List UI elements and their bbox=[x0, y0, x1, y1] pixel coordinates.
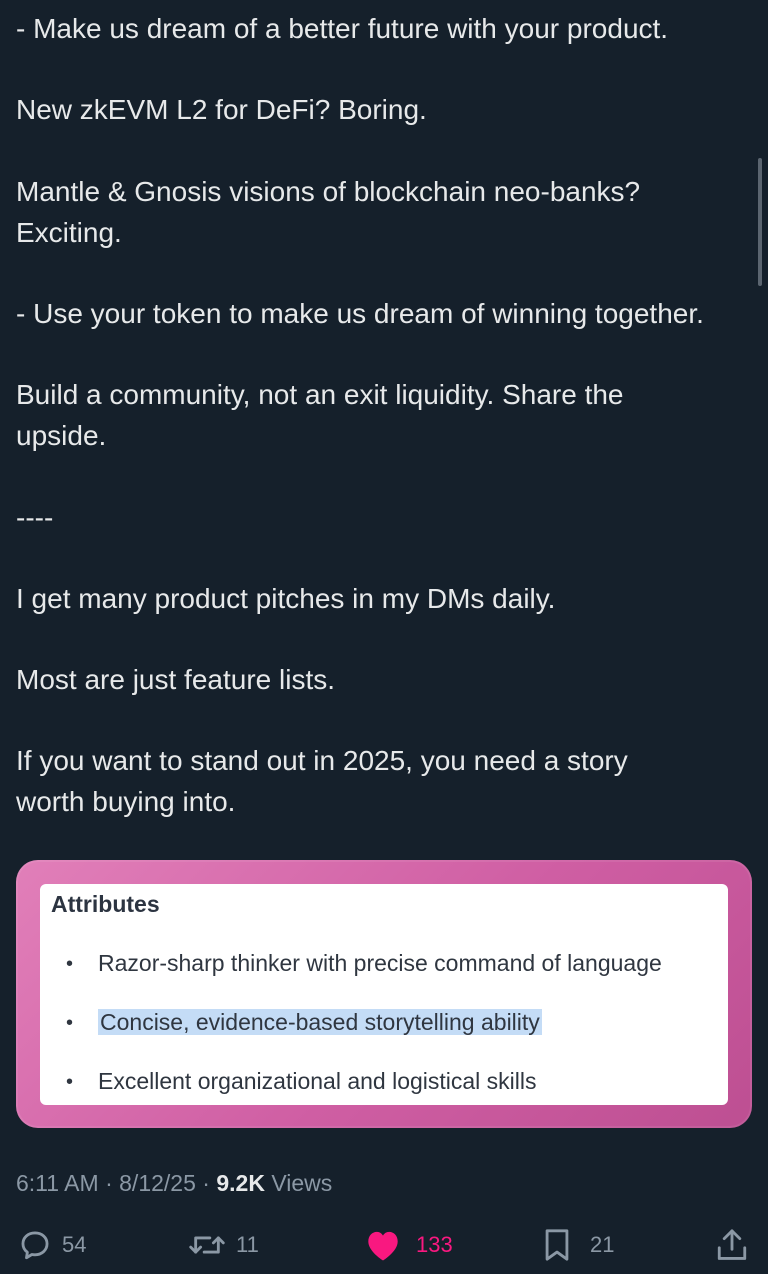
post-date[interactable]: 8/12/25 bbox=[119, 1170, 196, 1196]
post-paragraph: Mantle & Gnosis visions of blockchain ne… bbox=[16, 171, 640, 253]
repost-icon bbox=[188, 1228, 226, 1262]
post-paragraph: New zkEVM L2 for DeFi? Boring. bbox=[16, 89, 427, 130]
share-button[interactable] bbox=[716, 1222, 748, 1268]
repost-button[interactable]: 11 bbox=[188, 1222, 259, 1268]
post-line: New zkEVM L2 for DeFi? Boring. bbox=[16, 94, 427, 125]
attached-image[interactable]: Attributes • Razor-sharp thinker with pre… bbox=[16, 860, 752, 1128]
post-metadata: 6:11 AM · 8/12/25 · 9.2K Views bbox=[16, 1170, 332, 1197]
action-bar: 54 11 133 21 bbox=[0, 1222, 768, 1268]
post-paragraph: - Use your token to make us dream of win… bbox=[16, 293, 704, 334]
repost-count: 11 bbox=[236, 1232, 259, 1257]
bullet-icon: • bbox=[66, 1071, 74, 1093]
post-line: Build a community, not an exit liquidity… bbox=[16, 379, 624, 410]
attribute-item: • Concise, evidence-based storytelling ab… bbox=[66, 1009, 542, 1036]
attribute-item: • Razor-sharp thinker with precise comman… bbox=[66, 950, 662, 977]
post-line: I get many product pitches in my DMs dai… bbox=[16, 583, 556, 614]
post-line: - Use your token to make us dream of win… bbox=[16, 298, 704, 329]
post-line: Mantle & Gnosis visions of blockchain ne… bbox=[16, 176, 641, 207]
bookmark-button[interactable]: 21 bbox=[542, 1222, 614, 1268]
attribute-text-highlighted: Concise, evidence-based storytelling abi… bbox=[98, 1009, 542, 1035]
post-line: upside. bbox=[16, 420, 107, 451]
like-count: 133 bbox=[416, 1232, 453, 1257]
post-line: ---- bbox=[16, 502, 54, 533]
attribute-text: Excellent organizational and logistical … bbox=[98, 1068, 537, 1094]
post-line: worth buying into. bbox=[16, 786, 236, 817]
scrollbar[interactable] bbox=[758, 158, 762, 286]
post-line: Most are just feature lists. bbox=[16, 664, 336, 695]
reply-button[interactable]: 54 bbox=[18, 1222, 86, 1268]
post-line: Exciting. bbox=[16, 217, 122, 248]
attribute-text: Razor-sharp thinker with precise command… bbox=[98, 950, 662, 976]
views-label: Views bbox=[264, 1170, 333, 1196]
reply-icon bbox=[18, 1228, 52, 1262]
post-paragraph: If you want to stand out in 2025, you ne… bbox=[16, 740, 628, 822]
attributes-heading: Attributes bbox=[51, 891, 160, 917]
post-paragraph: Build a community, not an exit liquidity… bbox=[16, 374, 624, 456]
share-icon bbox=[716, 1228, 748, 1262]
bullet-icon: • bbox=[66, 953, 74, 975]
post-paragraph: Most are just feature lists. bbox=[16, 659, 335, 700]
post-line: - Make us dream of a better future with … bbox=[16, 13, 669, 44]
post-paragraph: ---- bbox=[16, 497, 53, 538]
post-time[interactable]: 6:11 AM bbox=[16, 1170, 99, 1196]
like-button[interactable]: 133 bbox=[364, 1222, 453, 1268]
separator: · bbox=[98, 1170, 120, 1196]
views-count: 9.2K bbox=[216, 1170, 265, 1196]
bookmark-icon bbox=[542, 1228, 572, 1262]
separator: · bbox=[195, 1170, 217, 1196]
attributes-card: Attributes • Razor-sharp thinker with pre… bbox=[40, 884, 728, 1105]
post-paragraph: - Make us dream of a better future with … bbox=[16, 8, 668, 49]
attribute-item: • Excellent organizational and logistical… bbox=[66, 1068, 537, 1095]
post-line: If you want to stand out in 2025, you ne… bbox=[16, 745, 628, 776]
bullet-icon: • bbox=[66, 1012, 74, 1034]
heart-icon bbox=[364, 1228, 402, 1262]
reply-count: 54 bbox=[62, 1232, 87, 1257]
bookmark-count: 21 bbox=[590, 1232, 615, 1257]
post-paragraph: I get many product pitches in my DMs dai… bbox=[16, 578, 555, 619]
